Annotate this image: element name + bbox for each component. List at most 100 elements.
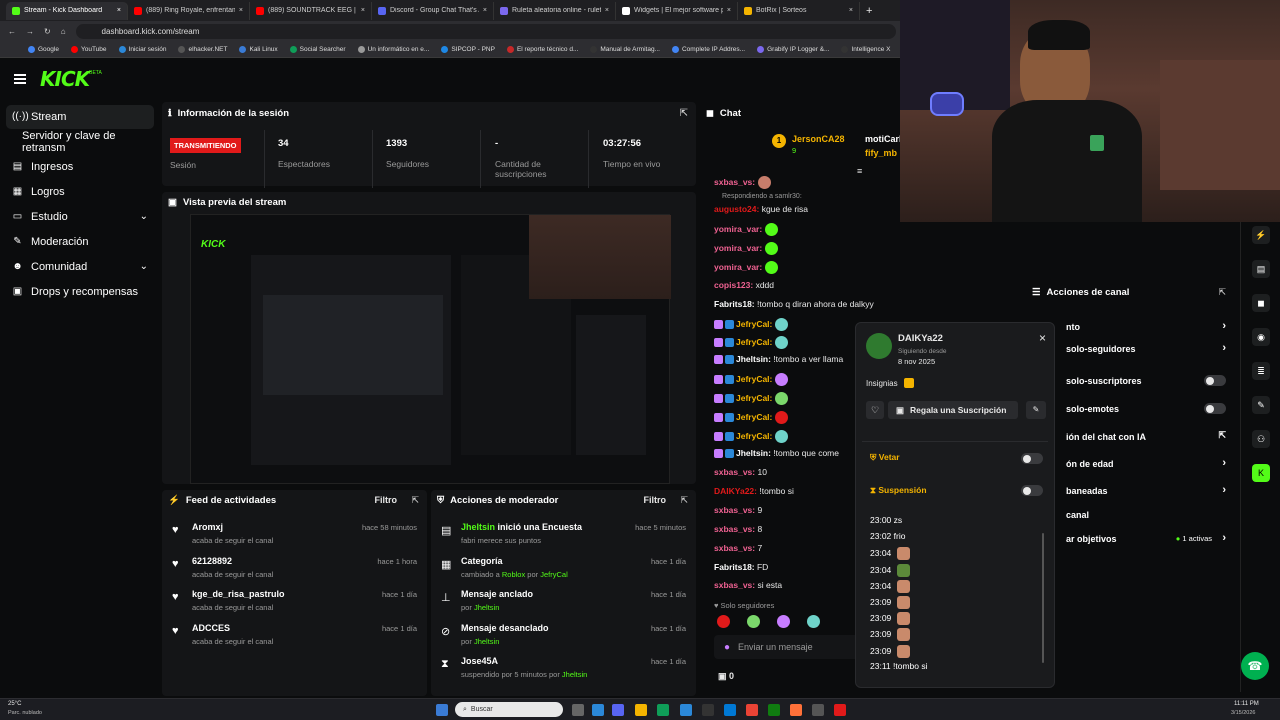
bookmark-item[interactable]: Manual de Armitag... — [590, 45, 660, 53]
chat-message[interactable]: sxbas_vs: — [714, 176, 772, 189]
chat-message[interactable]: Fabrits18: FD — [714, 562, 768, 572]
category-link[interactable]: Roblox — [502, 570, 525, 579]
chat-username[interactable]: sxbas_vs: — [714, 524, 755, 534]
chat-message[interactable]: Fabrits18: !tombo q diran ahora de dalky… — [714, 299, 874, 309]
chat-message[interactable]: yomira_var: — [714, 242, 779, 255]
chat-username[interactable]: sxbas_vs: — [714, 543, 755, 553]
points-display[interactable]: ▣ 0 — [718, 671, 734, 682]
chat-message[interactable]: sxbas_vs: si esta — [714, 580, 782, 590]
emote-icon[interactable] — [747, 615, 760, 628]
back-icon[interactable]: ← — [8, 27, 16, 36]
bookmark-item[interactable]: Google — [28, 45, 59, 53]
channel-action-item[interactable]: solo-seguidores › — [1066, 342, 1226, 354]
clock-time[interactable]: 11:11 PM — [1234, 701, 1259, 707]
browser-tab[interactable]: (889) Ring Royale, enfrentamie × — [128, 1, 250, 20]
close-icon[interactable]: × — [1039, 331, 1046, 345]
sidebar-item-estudio[interactable]: ▭ Estudio ⌄ — [0, 204, 160, 229]
bolt-icon[interactable]: ⚡ — [1252, 226, 1270, 244]
chat-message[interactable]: Jheltsin: !tombo que come — [714, 448, 839, 459]
chat-username[interactable]: JefryCal: — [736, 412, 772, 422]
bookmark-item[interactable]: Iniciar sesión — [118, 45, 166, 53]
chat-message[interactable]: DAIKYa22: !tombo si — [714, 486, 794, 496]
chat-username[interactable]: Fabrits18: — [714, 562, 755, 572]
chevron-right-icon[interactable]: › — [1222, 532, 1226, 544]
weather-temp[interactable]: 25°C — [8, 701, 21, 707]
chat-input[interactable]: ● Enviar un mensaje — [714, 635, 874, 659]
app-icon[interactable] — [812, 704, 824, 716]
bookmark-item[interactable]: elhacker.NET — [178, 45, 227, 53]
chat-username[interactable]: JefryCal: — [736, 337, 772, 347]
channel-action-item[interactable]: ón de edad › — [1066, 457, 1226, 469]
toggle-switch[interactable] — [1204, 403, 1226, 414]
list-icon[interactable]: ≣ — [1252, 362, 1270, 380]
support-icon[interactable]: ☎ — [1241, 652, 1269, 680]
chat-username[interactable]: copis123: — [714, 280, 753, 290]
menu-icon[interactable] — [14, 74, 26, 84]
mod-user[interactable]: JefryCal — [540, 570, 568, 579]
chat-username[interactable]: yomira_var: — [714, 224, 762, 234]
tab-close-icon[interactable]: × — [727, 7, 731, 14]
chat-username[interactable]: sxbas_vs: — [714, 177, 755, 187]
chat-username[interactable]: JefryCal: — [736, 393, 772, 403]
chat-message[interactable]: JefryCal: — [714, 411, 789, 424]
bookmark-item[interactable]: Grabify IP Logger &... — [757, 45, 829, 53]
tab-close-icon[interactable]: × — [849, 7, 853, 14]
external-link-icon[interactable]: ⇱ — [1218, 430, 1226, 441]
chat-username[interactable]: JefryCal: — [736, 374, 772, 384]
chat-message[interactable]: sxbas_vs: 9 — [714, 505, 762, 515]
reload-icon[interactable]: ↻ — [44, 27, 51, 36]
chevron-right-icon[interactable]: › — [1222, 484, 1226, 496]
channel-action-item[interactable]: baneadas › — [1066, 484, 1226, 496]
channel-action-item[interactable]: ión del chat con IA ⇱ — [1066, 430, 1226, 442]
broadcast-icon[interactable]: ◉ — [1252, 328, 1270, 346]
mod-user[interactable]: Jheltsin — [562, 670, 587, 679]
browser-tab[interactable]: Ruleta aleatoria online - ruleta × — [494, 1, 616, 20]
file-explorer-icon[interactable] — [635, 704, 647, 716]
mod-user[interactable]: Jheltsin — [474, 637, 499, 646]
stream-preview-video[interactable]: KICK — [190, 214, 671, 484]
bookmark-item[interactable]: Intelligence X — [841, 45, 891, 53]
chat-message[interactable]: sxbas_vs: 8 — [714, 524, 762, 534]
sidebar-item-drops[interactable]: ▣ Drops y recompensas — [0, 279, 160, 304]
vscode-icon[interactable] — [724, 704, 736, 716]
pinned-user-2[interactable]: motiCarl — [865, 134, 902, 144]
history-scrollbar[interactable] — [1042, 533, 1044, 663]
xbox-icon[interactable] — [768, 704, 780, 716]
chat-username[interactable]: sxbas_vs: — [714, 505, 755, 515]
tab-close-icon[interactable]: × — [605, 7, 609, 14]
mod-user[interactable]: Jheltsin — [474, 603, 499, 612]
bookmark-item[interactable]: YouTube — [70, 45, 107, 53]
chat-message[interactable]: JefryCal: — [714, 373, 789, 386]
bookmark-item[interactable]: Un informático en e... — [357, 45, 429, 53]
new-tab-icon[interactable]: + — [866, 5, 872, 17]
chat-username[interactable]: sxbas_vs: — [714, 580, 755, 590]
chat-username[interactable]: augusto24: — [714, 204, 759, 214]
popout-icon[interactable]: ⇱ — [1218, 287, 1226, 298]
chat-username[interactable]: JefryCal: — [736, 431, 772, 441]
task-view-icon[interactable] — [572, 704, 584, 716]
channel-action-item[interactable]: solo-emotes — [1066, 403, 1226, 414]
emote-icon[interactable] — [807, 615, 820, 628]
clipboard-icon[interactable]: ▤ — [1252, 260, 1270, 278]
timeout-toggle[interactable] — [1021, 485, 1043, 496]
chevron-right-icon[interactable]: › — [1222, 320, 1226, 332]
popout-icon[interactable]: ⇱ — [411, 495, 419, 506]
bookmark-item[interactable]: SIPCOP - PNP — [441, 45, 495, 53]
channel-action-item[interactable]: nto › — [1066, 320, 1226, 332]
gift-sub-button[interactable]: ▣ Regala una Suscripción — [888, 401, 1018, 419]
pinned-user-3[interactable]: fify_mb — [865, 148, 897, 158]
home-icon[interactable]: ⌂ — [61, 27, 66, 36]
mod-filter-button[interactable]: Filtro — [644, 495, 667, 505]
mod-action-item[interactable]: ⊥ Mensaje anclado por Jheltsin hace 1 día — [431, 589, 696, 621]
bookmark-item[interactable]: Complete IP Addres... — [671, 45, 745, 53]
wrench-icon[interactable]: ✎ — [1252, 396, 1270, 414]
chat-icon[interactable]: ◼ — [1252, 294, 1270, 312]
chrome-icon[interactable] — [746, 704, 758, 716]
chat-message[interactable]: Jheltsin: !tombo a ver llama — [714, 354, 843, 365]
channel-action-item[interactable]: canal — [1066, 510, 1226, 520]
browser-tab[interactable]: Discord - Group Chat That's Al × — [372, 1, 494, 20]
activity-item[interactable]: ♥ Aromxj acaba de seguir el canal hace 58 m… — [162, 522, 427, 554]
firefox-icon[interactable] — [790, 704, 802, 716]
chat-username[interactable]: yomira_var: — [714, 243, 762, 253]
chat-message[interactable]: JefryCal: — [714, 336, 789, 349]
